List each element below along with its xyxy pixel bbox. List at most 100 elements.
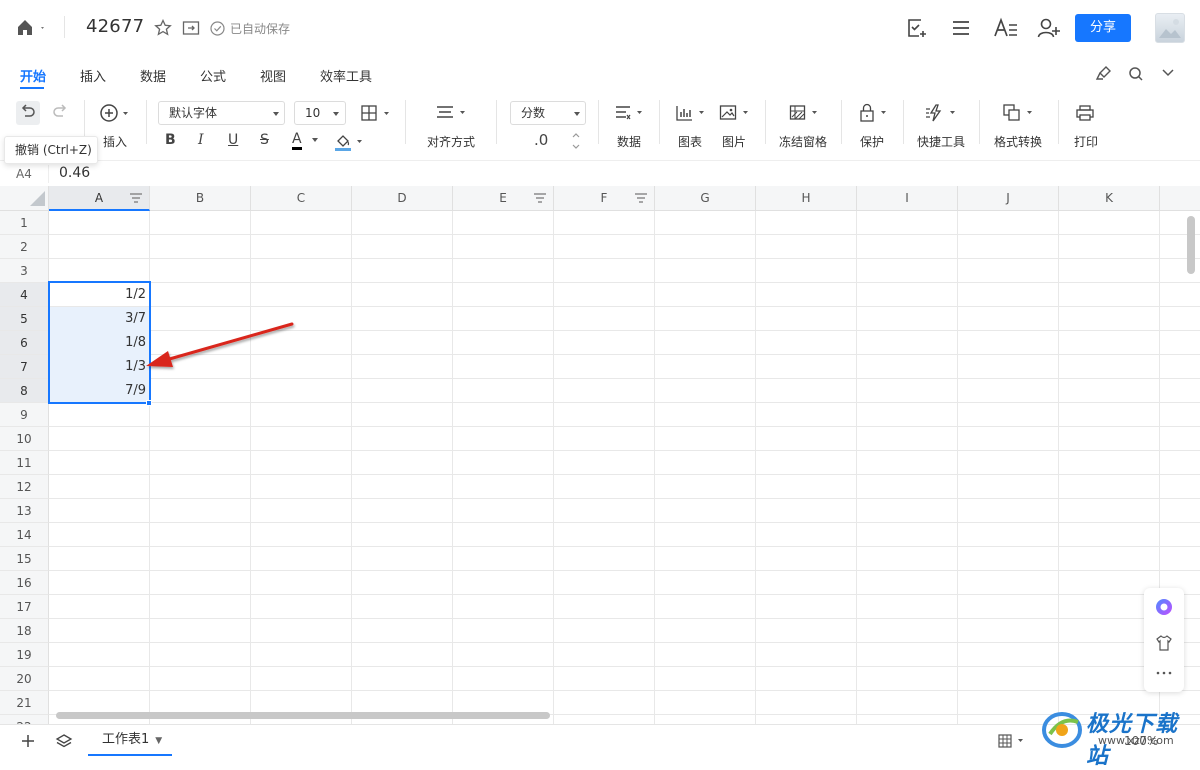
tab-view[interactable]: 视图 (260, 66, 286, 85)
row-header-1[interactable]: 1 (0, 211, 49, 235)
chevron-down-icon[interactable] (1161, 68, 1175, 78)
quick-tools-label[interactable]: 快捷工具 (917, 133, 965, 150)
row-header-22[interactable]: 22 (0, 715, 49, 724)
vertical-scrollbar[interactable] (1187, 216, 1195, 274)
bold-button[interactable]: B (165, 132, 176, 148)
horizontal-scrollbar[interactable] (56, 712, 550, 719)
data-label[interactable]: 数据 (617, 133, 641, 150)
column-filter-icon[interactable] (129, 192, 143, 204)
italic-button[interactable]: I (198, 132, 204, 148)
more-icon[interactable] (1155, 670, 1173, 676)
column-header-j[interactable]: J (958, 186, 1059, 211)
row-header-13[interactable]: 13 (0, 499, 49, 523)
lock-icon[interactable] (858, 103, 890, 123)
column-filter-icon[interactable] (533, 192, 547, 204)
add-sheet-icon[interactable] (20, 733, 36, 749)
column-filter-icon[interactable] (634, 192, 648, 204)
format-painter-icon[interactable] (1095, 65, 1113, 83)
text-style-icon[interactable] (993, 17, 1019, 39)
format-convert-icon[interactable] (1002, 103, 1036, 123)
align-label[interactable]: 对齐方式 (427, 133, 475, 150)
search-icon[interactable] (1128, 66, 1144, 82)
redo-button[interactable] (48, 101, 72, 125)
row-header-10[interactable]: 10 (0, 427, 49, 451)
protect-label[interactable]: 保护 (860, 133, 884, 150)
column-header-c[interactable]: C (251, 186, 352, 211)
fill-handle[interactable] (146, 400, 152, 406)
home-icon[interactable] (16, 18, 46, 38)
sheet-tab-caret-icon[interactable]: ▼ (155, 736, 162, 746)
chart-icon[interactable] (675, 104, 707, 122)
font-color-button[interactable]: A (292, 132, 302, 150)
column-header-b[interactable]: B (150, 186, 251, 211)
insert-plus-icon[interactable] (99, 103, 133, 123)
row-header-17[interactable]: 17 (0, 595, 49, 619)
print-label[interactable]: 打印 (1074, 133, 1098, 150)
cell-a5[interactable]: 3/7 (49, 307, 149, 331)
align-icon[interactable] (436, 105, 468, 121)
avatar[interactable] (1155, 13, 1185, 43)
chart-label[interactable]: 图表 (678, 133, 702, 150)
strikethrough-button[interactable]: S (260, 132, 269, 148)
cell-a7[interactable]: 1/3 (49, 355, 149, 379)
sheet-list-icon[interactable] (55, 733, 73, 749)
tab-efficiency-tools[interactable]: 效率工具 (320, 66, 372, 85)
row-header-18[interactable]: 18 (0, 619, 49, 643)
image-label[interactable]: 图片 (722, 133, 746, 150)
skin-theme-icon[interactable] (1155, 634, 1173, 652)
row-header-5[interactable]: 5 (0, 307, 49, 331)
formula-input[interactable]: 0.46 (59, 165, 90, 181)
tab-insert[interactable]: 插入 (80, 66, 106, 85)
row-header-20[interactable]: 20 (0, 667, 49, 691)
star-icon[interactable] (154, 19, 172, 37)
cell-a6[interactable]: 1/8 (49, 331, 149, 355)
row-header-9[interactable]: 9 (0, 403, 49, 427)
column-header-i[interactable]: I (857, 186, 958, 211)
tab-home[interactable]: 开始 (20, 66, 46, 85)
decimal-places[interactable]: .0 (534, 131, 548, 149)
image-icon[interactable] (719, 104, 751, 122)
add-collaborator-icon[interactable] (1037, 17, 1061, 39)
row-header-16[interactable]: 16 (0, 571, 49, 595)
fill-color-icon[interactable] (334, 132, 364, 152)
share-button[interactable]: 分享 (1075, 14, 1131, 42)
row-header-14[interactable]: 14 (0, 523, 49, 547)
row-header-6[interactable]: 6 (0, 331, 49, 355)
move-folder-icon[interactable] (182, 20, 200, 36)
task-add-icon[interactable] (906, 17, 928, 39)
font-name-select[interactable]: 默认字体 (158, 101, 285, 125)
row-header-3[interactable]: 3 (0, 259, 49, 283)
cell-a8[interactable]: 7/9 (49, 379, 149, 403)
document-title[interactable]: 42677 (86, 16, 144, 37)
cell-reference[interactable]: A4 (16, 167, 32, 181)
row-header-7[interactable]: 7 (0, 355, 49, 379)
cell-a4[interactable]: 1/2 (49, 283, 149, 307)
row-header-2[interactable]: 2 (0, 235, 49, 259)
row-header-11[interactable]: 11 (0, 451, 49, 475)
freeze-panes-icon[interactable] (789, 104, 821, 122)
insert-label[interactable]: 插入 (103, 133, 127, 150)
data-filter-icon[interactable] (614, 104, 646, 122)
column-header-d[interactable]: D (352, 186, 453, 211)
row-header-19[interactable]: 19 (0, 643, 49, 667)
decimal-stepper-icon[interactable] (571, 130, 581, 152)
quick-tools-icon[interactable] (925, 103, 959, 123)
menu-icon[interactable] (951, 19, 971, 37)
undo-button[interactable] (16, 101, 40, 125)
select-all-corner[interactable] (0, 186, 49, 211)
column-header-g[interactable]: G (655, 186, 756, 211)
tab-formula[interactable]: 公式 (200, 66, 226, 85)
sheet-tab[interactable]: 工作表1 ▼ (88, 725, 172, 756)
freeze-panes-label[interactable]: 冻结窗格 (779, 133, 827, 150)
underline-button[interactable]: U (228, 132, 238, 148)
row-header-12[interactable]: 12 (0, 475, 49, 499)
column-header-k[interactable]: K (1059, 186, 1160, 211)
row-header-4[interactable]: 4 (0, 283, 49, 307)
border-icon[interactable] (360, 104, 392, 122)
column-header-h[interactable]: H (756, 186, 857, 211)
row-header-15[interactable]: 15 (0, 547, 49, 571)
spreadsheet-grid[interactable]: ABCDEFGHIJK 1 2 3 4 5 6 7 8 9 10 11 12 13 14 15 16 17 18 1… (0, 186, 1200, 724)
print-icon[interactable] (1075, 104, 1095, 122)
format-convert-label[interactable]: 格式转换 (994, 133, 1042, 150)
ai-assistant-icon[interactable] (1154, 597, 1174, 617)
